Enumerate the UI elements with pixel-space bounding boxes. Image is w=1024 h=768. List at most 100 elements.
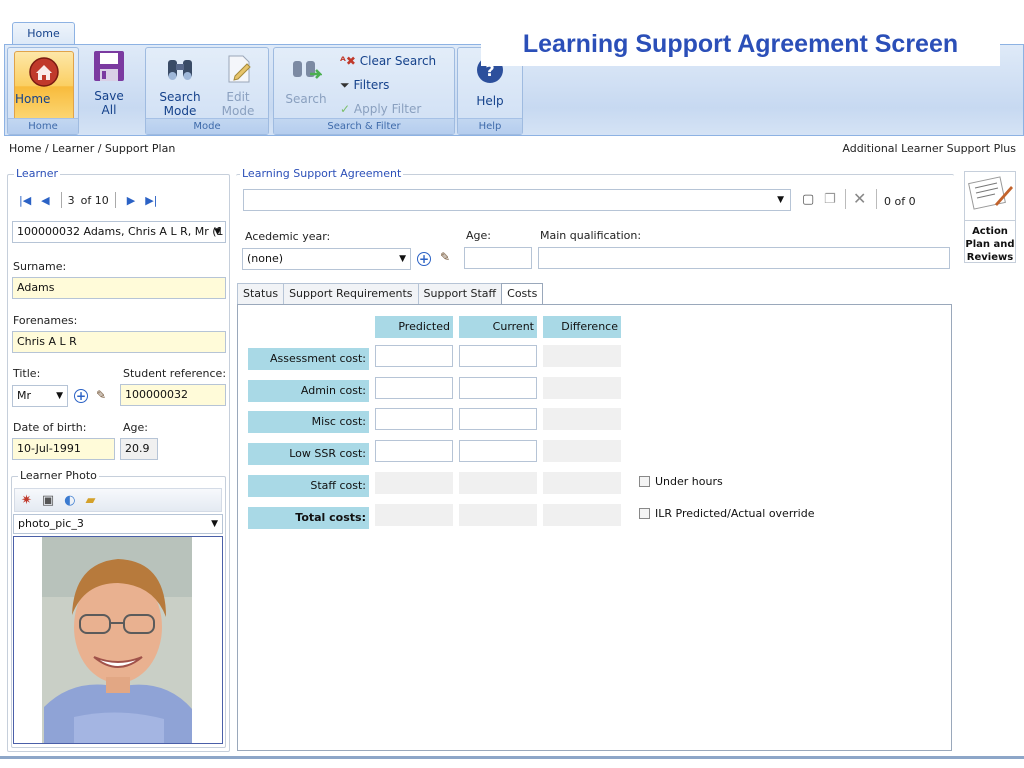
total-difference-field	[543, 504, 621, 526]
app-window: Home Home Home Save All Search Mode Edit…	[0, 0, 1024, 768]
staff-current-field	[459, 472, 537, 494]
learner-legend: Learner	[14, 167, 61, 180]
delete-icon[interactable]: ✕	[853, 189, 866, 208]
academic-year-label: Acedemic year:	[245, 230, 331, 243]
ribbon-tab-home[interactable]: Home	[12, 22, 75, 46]
edit-mode-label: Edit Mode	[221, 90, 255, 118]
assessment-predicted-field[interactable]	[375, 345, 453, 367]
group-label-home: Home	[8, 118, 78, 134]
search-button[interactable]: Search	[280, 56, 332, 106]
add-academic-year-icon[interactable]: +	[417, 252, 431, 266]
main-qualification-field[interactable]	[538, 247, 950, 269]
webcam-icon[interactable]: ✷	[21, 493, 32, 508]
camera-icon[interactable]: ▣	[42, 493, 54, 508]
academic-year-select[interactable]: (none) ▼	[242, 248, 411, 270]
next-record-icon[interactable]: ▶	[127, 194, 135, 207]
low-ssr-current-field[interactable]	[459, 440, 537, 462]
last-record-icon[interactable]: ▶|	[145, 194, 157, 207]
total-predicted-field	[375, 504, 453, 526]
first-record-icon[interactable]: |◀	[19, 194, 31, 207]
ilr-override-label: ILR Predicted/Actual override	[655, 507, 815, 520]
record-position[interactable]: 3	[68, 194, 75, 207]
student-reference-field[interactable]: 100000032	[120, 384, 226, 406]
photo-select-value: photo_pic_3	[18, 517, 84, 530]
learner-select-value: 100000032 Adams, Chris A L R, Mr (1	[17, 225, 224, 238]
edit-lookup-icon[interactable]: ✎	[440, 250, 450, 264]
staff-predicted-field	[375, 472, 453, 494]
apply-filter-button[interactable]: ✓ Apply Filter	[340, 102, 421, 116]
ilr-override-checkbox[interactable]: ILR Predicted/Actual override	[639, 507, 814, 520]
toolbar-separator	[845, 189, 846, 209]
search-mode-button[interactable]: Search Mode	[152, 54, 208, 118]
low-ssr-predicted-field[interactable]	[375, 440, 453, 462]
chevron-down-icon: ▼	[399, 254, 406, 264]
misc-predicted-field[interactable]	[375, 408, 453, 430]
misc-difference-field	[543, 408, 621, 430]
action-plan-reviews-button[interactable]: Action Plan and Reviews	[964, 171, 1016, 263]
nav-separator	[60, 192, 62, 208]
color-palette-icon[interactable]: ◐	[64, 493, 75, 508]
total-current-field	[459, 504, 537, 526]
row-label-staff-cost: Staff cost:	[248, 475, 369, 497]
filters-button[interactable]: ⏷ Filters	[340, 78, 389, 93]
row-label-total-costs: Total costs:	[248, 507, 369, 529]
forenames-field[interactable]: Chris A L R	[12, 331, 226, 353]
action-plan-label-3: Reviews	[966, 252, 1014, 263]
agreement-record-count: 0 of 0	[884, 195, 916, 208]
title-select-value: Mr	[17, 389, 32, 402]
age-label: Age:	[123, 421, 148, 434]
agreement-age-field[interactable]	[464, 247, 532, 269]
low-ssr-difference-field	[543, 440, 621, 462]
new-document-icon[interactable]: ▢	[802, 192, 814, 207]
slide-title: Learning Support Agreement Screen	[481, 26, 1000, 66]
photo-select[interactable]: photo_pic_3 ▼	[13, 514, 223, 534]
previous-record-icon[interactable]: ◀	[41, 194, 49, 207]
learner-select[interactable]: 100000032 Adams, Chris A L R, Mr (1 ▼	[12, 221, 226, 243]
home-icon	[29, 57, 59, 87]
row-label-low-ssr-cost: Low SSR cost:	[248, 443, 369, 465]
ribbon-group-search-filter: Search ᴬ✖ Clear Search ⏷ Filters ✓ Apply…	[273, 47, 455, 135]
record-total: of 10	[80, 193, 109, 207]
tab-status[interactable]: Status	[237, 283, 285, 305]
filter-funnel-icon: ⏷	[340, 78, 350, 92]
apply-filter-label: Apply Filter	[353, 102, 422, 116]
help-label: Help	[476, 94, 504, 108]
checkbox-box	[639, 508, 650, 519]
edit-mode-button[interactable]: Edit Mode	[212, 54, 264, 118]
save-all-button[interactable]: Save All	[83, 49, 135, 117]
apply-filter-icon: ✓	[340, 102, 351, 116]
edit-lookup-icon[interactable]: ✎	[96, 388, 106, 402]
misc-current-field[interactable]	[459, 408, 537, 430]
clear-search-button[interactable]: ᴬ✖ Clear Search	[340, 54, 436, 68]
under-hours-checkbox[interactable]: Under hours	[639, 475, 723, 488]
search-label: Search	[285, 92, 327, 106]
home-button[interactable]: Home	[14, 51, 74, 121]
checkbox-box	[639, 476, 650, 487]
column-header-current: Current	[459, 316, 537, 338]
filters-label: Filters	[353, 78, 390, 92]
copy-document-icon[interactable]: ❐	[824, 192, 836, 207]
column-header-difference: Difference	[543, 316, 621, 338]
assessment-current-field[interactable]	[459, 345, 537, 367]
add-title-icon[interactable]: +	[74, 389, 88, 403]
agreement-select[interactable]: ▼	[243, 189, 791, 211]
tab-support-requirements[interactable]: Support Requirements	[283, 283, 419, 305]
dob-field[interactable]: 10-Jul-1991	[12, 438, 115, 460]
title-select[interactable]: Mr ▼	[12, 385, 68, 407]
folder-open-icon[interactable]: ▰	[86, 493, 96, 508]
admin-predicted-field[interactable]	[375, 377, 453, 399]
column-header-predicted: Predicted	[375, 316, 453, 338]
title-label: Title:	[13, 367, 41, 380]
age-field: 20.9	[120, 438, 158, 460]
academic-year-value: (none)	[247, 252, 284, 265]
tab-support-staff[interactable]: Support Staff	[417, 283, 503, 305]
chevron-down-icon: ▼	[56, 391, 63, 401]
admin-current-field[interactable]	[459, 377, 537, 399]
save-icon	[94, 51, 124, 81]
action-plan-label-1: Action	[965, 220, 1015, 238]
toolbar-separator	[876, 189, 877, 209]
binoculars-icon	[168, 60, 192, 80]
search-binoculars-icon	[293, 61, 322, 79]
surname-field[interactable]: Adams	[12, 277, 226, 299]
tab-costs[interactable]: Costs	[501, 283, 544, 306]
